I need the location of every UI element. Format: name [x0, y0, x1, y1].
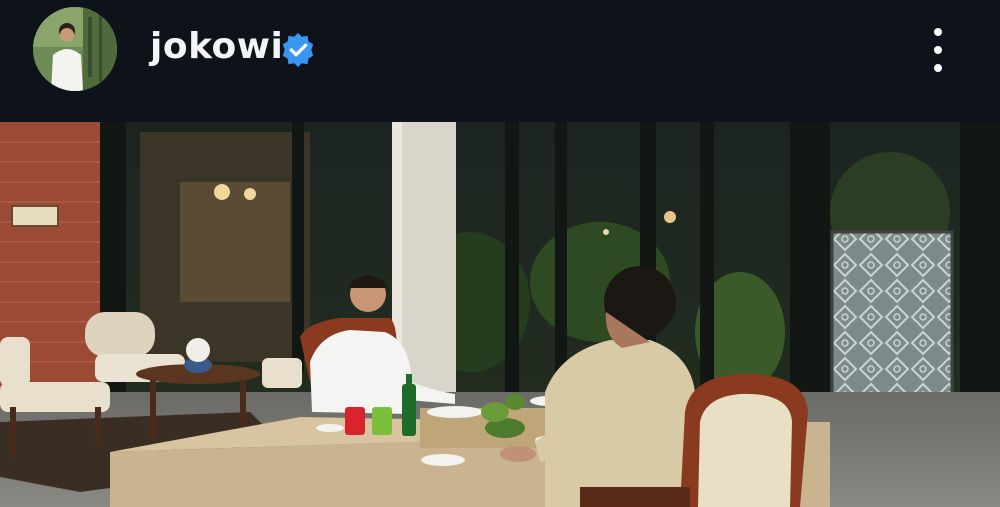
verified-badge-icon: [282, 32, 314, 68]
profile-avatar[interactable]: [33, 7, 117, 91]
more-vertical-icon: [934, 28, 942, 36]
avatar-image: [33, 7, 117, 91]
dinner-scene-image: [0, 122, 1000, 507]
more-options-button[interactable]: [920, 24, 956, 76]
post-header: jokowi: [0, 0, 1000, 122]
username[interactable]: jokowi: [150, 26, 283, 67]
post-photo[interactable]: [0, 122, 1000, 507]
